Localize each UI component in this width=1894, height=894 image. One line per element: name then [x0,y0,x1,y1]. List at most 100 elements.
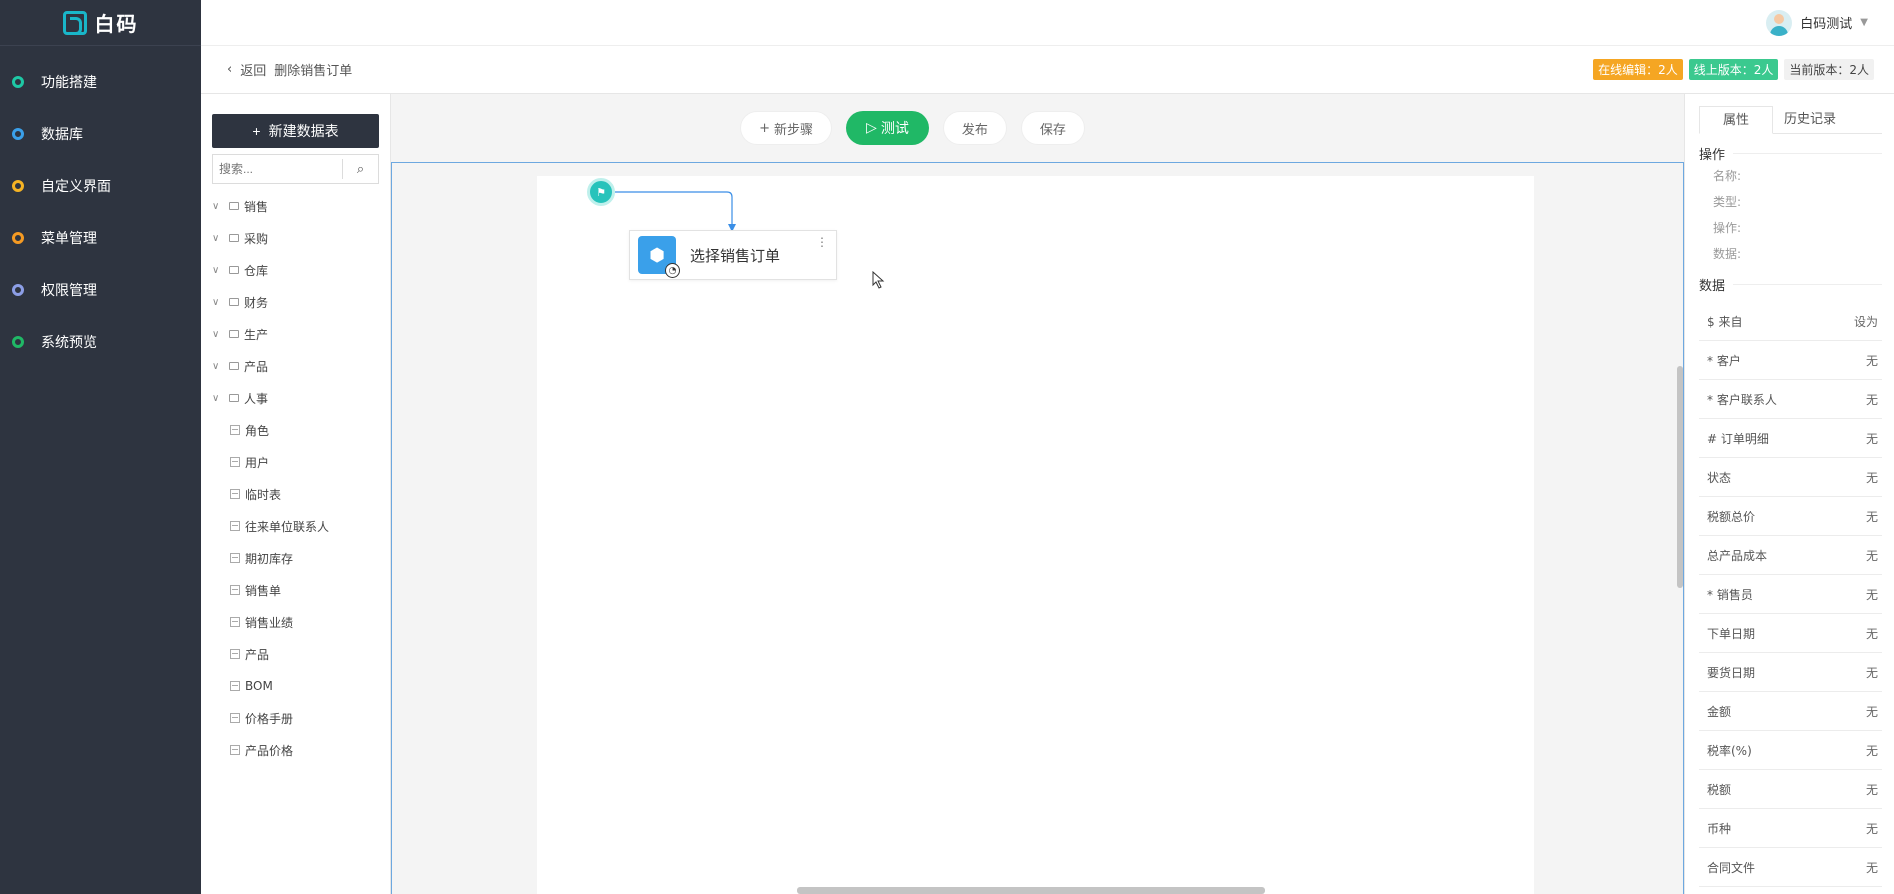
field-value[interactable]: 设为 [1854,313,1878,330]
data-field-row[interactable]: * 客户联系人 无 [1699,380,1882,419]
tree-table[interactable]: 角色 [212,414,380,446]
tab-properties[interactable]: 属性 [1699,106,1773,134]
tree-table[interactable]: 销售单 [212,574,380,606]
horizontal-scrollbar[interactable] [797,887,1265,894]
field-value[interactable]: 无 [1866,859,1878,876]
folder-label: 销售 [244,199,269,214]
back-link[interactable]: ‹ 返回 删除销售订单 [227,60,352,79]
sidebar-nav: 功能搭建数据库自定义界面 菜单管理权限管理系统预览 [0,46,201,368]
tree-folder[interactable]: ∨ 产品 [212,350,380,382]
field-value[interactable]: 无 [1866,586,1878,603]
sidebar-item-label: 权限管理 [41,283,97,299]
data-field-row[interactable]: 要货日期 无 [1699,653,1882,692]
user-menu[interactable]: 白码测试 ▼ [1766,9,1868,36]
status-dot-icon [12,232,24,244]
tree-table[interactable]: 产品价格 [212,734,380,766]
field-value[interactable]: 无 [1866,664,1878,681]
sidebar-item[interactable]: 菜单管理 [0,212,201,264]
tree-table[interactable]: 产品 [212,638,380,670]
table-label: 往来单位联系人 [245,519,330,534]
start-node[interactable]: ⚑ [587,178,615,206]
search-input[interactable] [213,159,343,179]
tree-folder[interactable]: ∨ 仓库 [212,254,380,286]
folder-label: 财务 [244,295,269,310]
tree-folder[interactable]: ∨ 财务 [212,286,380,318]
field-value[interactable]: 无 [1866,391,1878,408]
field-value[interactable]: 无 [1866,703,1878,720]
data-field-row[interactable]: $ 来自 设为 [1699,302,1882,341]
data-field-row[interactable]: 税率(%) 无 [1699,731,1882,770]
status-dot-icon [12,284,24,296]
sidebar-item[interactable]: 自定义界面 [0,160,201,212]
field-label: 合同文件 [1707,860,1756,875]
properties-panel: 属性 历史记录 操作 名称: 类型: 操作: 数据: 数据 $ 来自 设为 * 客户无 * … [1684,94,1894,894]
data-field-row[interactable]: * 客户 无 [1699,341,1882,380]
status-dot-icon [12,76,24,88]
field-value[interactable]: 无 [1866,781,1878,798]
table-icon [230,585,240,595]
data-field-row[interactable]: 合同文件 无 [1699,848,1882,887]
brand-logo[interactable]: 白码 [0,0,201,46]
tree-folder[interactable]: ∨ 人事 [212,382,380,414]
tree-folder[interactable]: ∨ 销售 [212,190,380,222]
search-icon[interactable]: ⌕ [343,162,378,177]
tree-table[interactable]: 用户 [212,446,380,478]
tree-folder[interactable]: ∨ 生产 [212,318,380,350]
back-label: 返回 [240,64,267,79]
field-value[interactable]: 无 [1866,508,1878,525]
data-field-row[interactable]: 税额 无 [1699,770,1882,809]
field-value[interactable]: 无 [1866,469,1878,486]
field-value[interactable]: 无 [1866,352,1878,369]
data-field-row[interactable]: 状态 无 [1699,458,1882,497]
table-icon [230,553,240,563]
chevron-down-icon: ▼ [1860,17,1868,28]
data-fields: $ 来自 设为 * 客户无 * 客户联系人无 # 订单明细无状态无税额总价无总产品成本无… [1699,302,1882,887]
tree-folder[interactable]: ∨ 采购 [212,222,380,254]
field-value[interactable]: 无 [1866,625,1878,642]
chevron-down-icon: ∨ [212,232,220,244]
field-label: 币种 [1707,821,1732,836]
field-value[interactable]: 无 [1866,820,1878,837]
field-value[interactable]: 无 [1866,547,1878,564]
tree-table[interactable]: 价格手册 [212,702,380,734]
sidebar-item[interactable]: 系统预览 [0,316,201,368]
table-icon [230,649,240,659]
vertical-scrollbar[interactable] [1677,366,1683,588]
data-field-row[interactable]: 总产品成本 无 [1699,536,1882,575]
sidebar-item[interactable]: 数据库 [0,108,201,160]
plus-icon: + [252,123,261,139]
data-field-row[interactable]: 币种 无 [1699,809,1882,848]
field-label: * 销售员 [1707,587,1753,602]
data-field-row[interactable]: 金额 无 [1699,692,1882,731]
brand-name: 白码 [94,12,139,36]
field-value[interactable]: 无 [1866,742,1878,759]
new-table-button[interactable]: + 新建数据表 [212,114,379,148]
tree-table[interactable]: 临时表 [212,478,380,510]
field-value[interactable]: 无 [1866,430,1878,447]
field-label: $ 来自 [1707,314,1743,329]
sidebar-item[interactable]: 权限管理 [0,264,201,316]
status-badge: 在线编辑：2人 [1593,59,1683,80]
tree-table[interactable]: BOM [212,670,380,702]
sidebar-item-label: 系统预览 [41,335,97,351]
data-field-row[interactable]: * 销售员 无 [1699,575,1882,614]
tree-table[interactable]: 销售业绩 [212,606,380,638]
tree-table[interactable]: 期初库存 [212,542,380,574]
table-label: BOM [245,679,273,693]
table-icon [230,457,240,467]
table-label: 销售业绩 [245,615,294,630]
operation-field-label: 类型: [1713,195,1742,209]
folder-icon [229,234,239,242]
more-vertical-icon[interactable]: ⋮ [816,235,828,249]
data-field-row[interactable]: 税额总价 无 [1699,497,1882,536]
data-field-row[interactable]: 下单日期 无 [1699,614,1882,653]
sidebar-item[interactable]: 功能搭建 [0,56,201,108]
folder-label: 产品 [244,359,269,374]
flow-step-node[interactable]: ⬢ ◔ 选择销售订单 ⋮ [629,230,837,280]
sidebar-item-label: 数据库 [41,127,83,143]
status-dot-icon [12,128,24,140]
field-label: 状态 [1707,470,1732,485]
tab-history[interactable]: 历史记录 [1773,106,1847,133]
data-field-row[interactable]: # 订单明细 无 [1699,419,1882,458]
tree-table[interactable]: 往来单位联系人 [212,510,380,542]
